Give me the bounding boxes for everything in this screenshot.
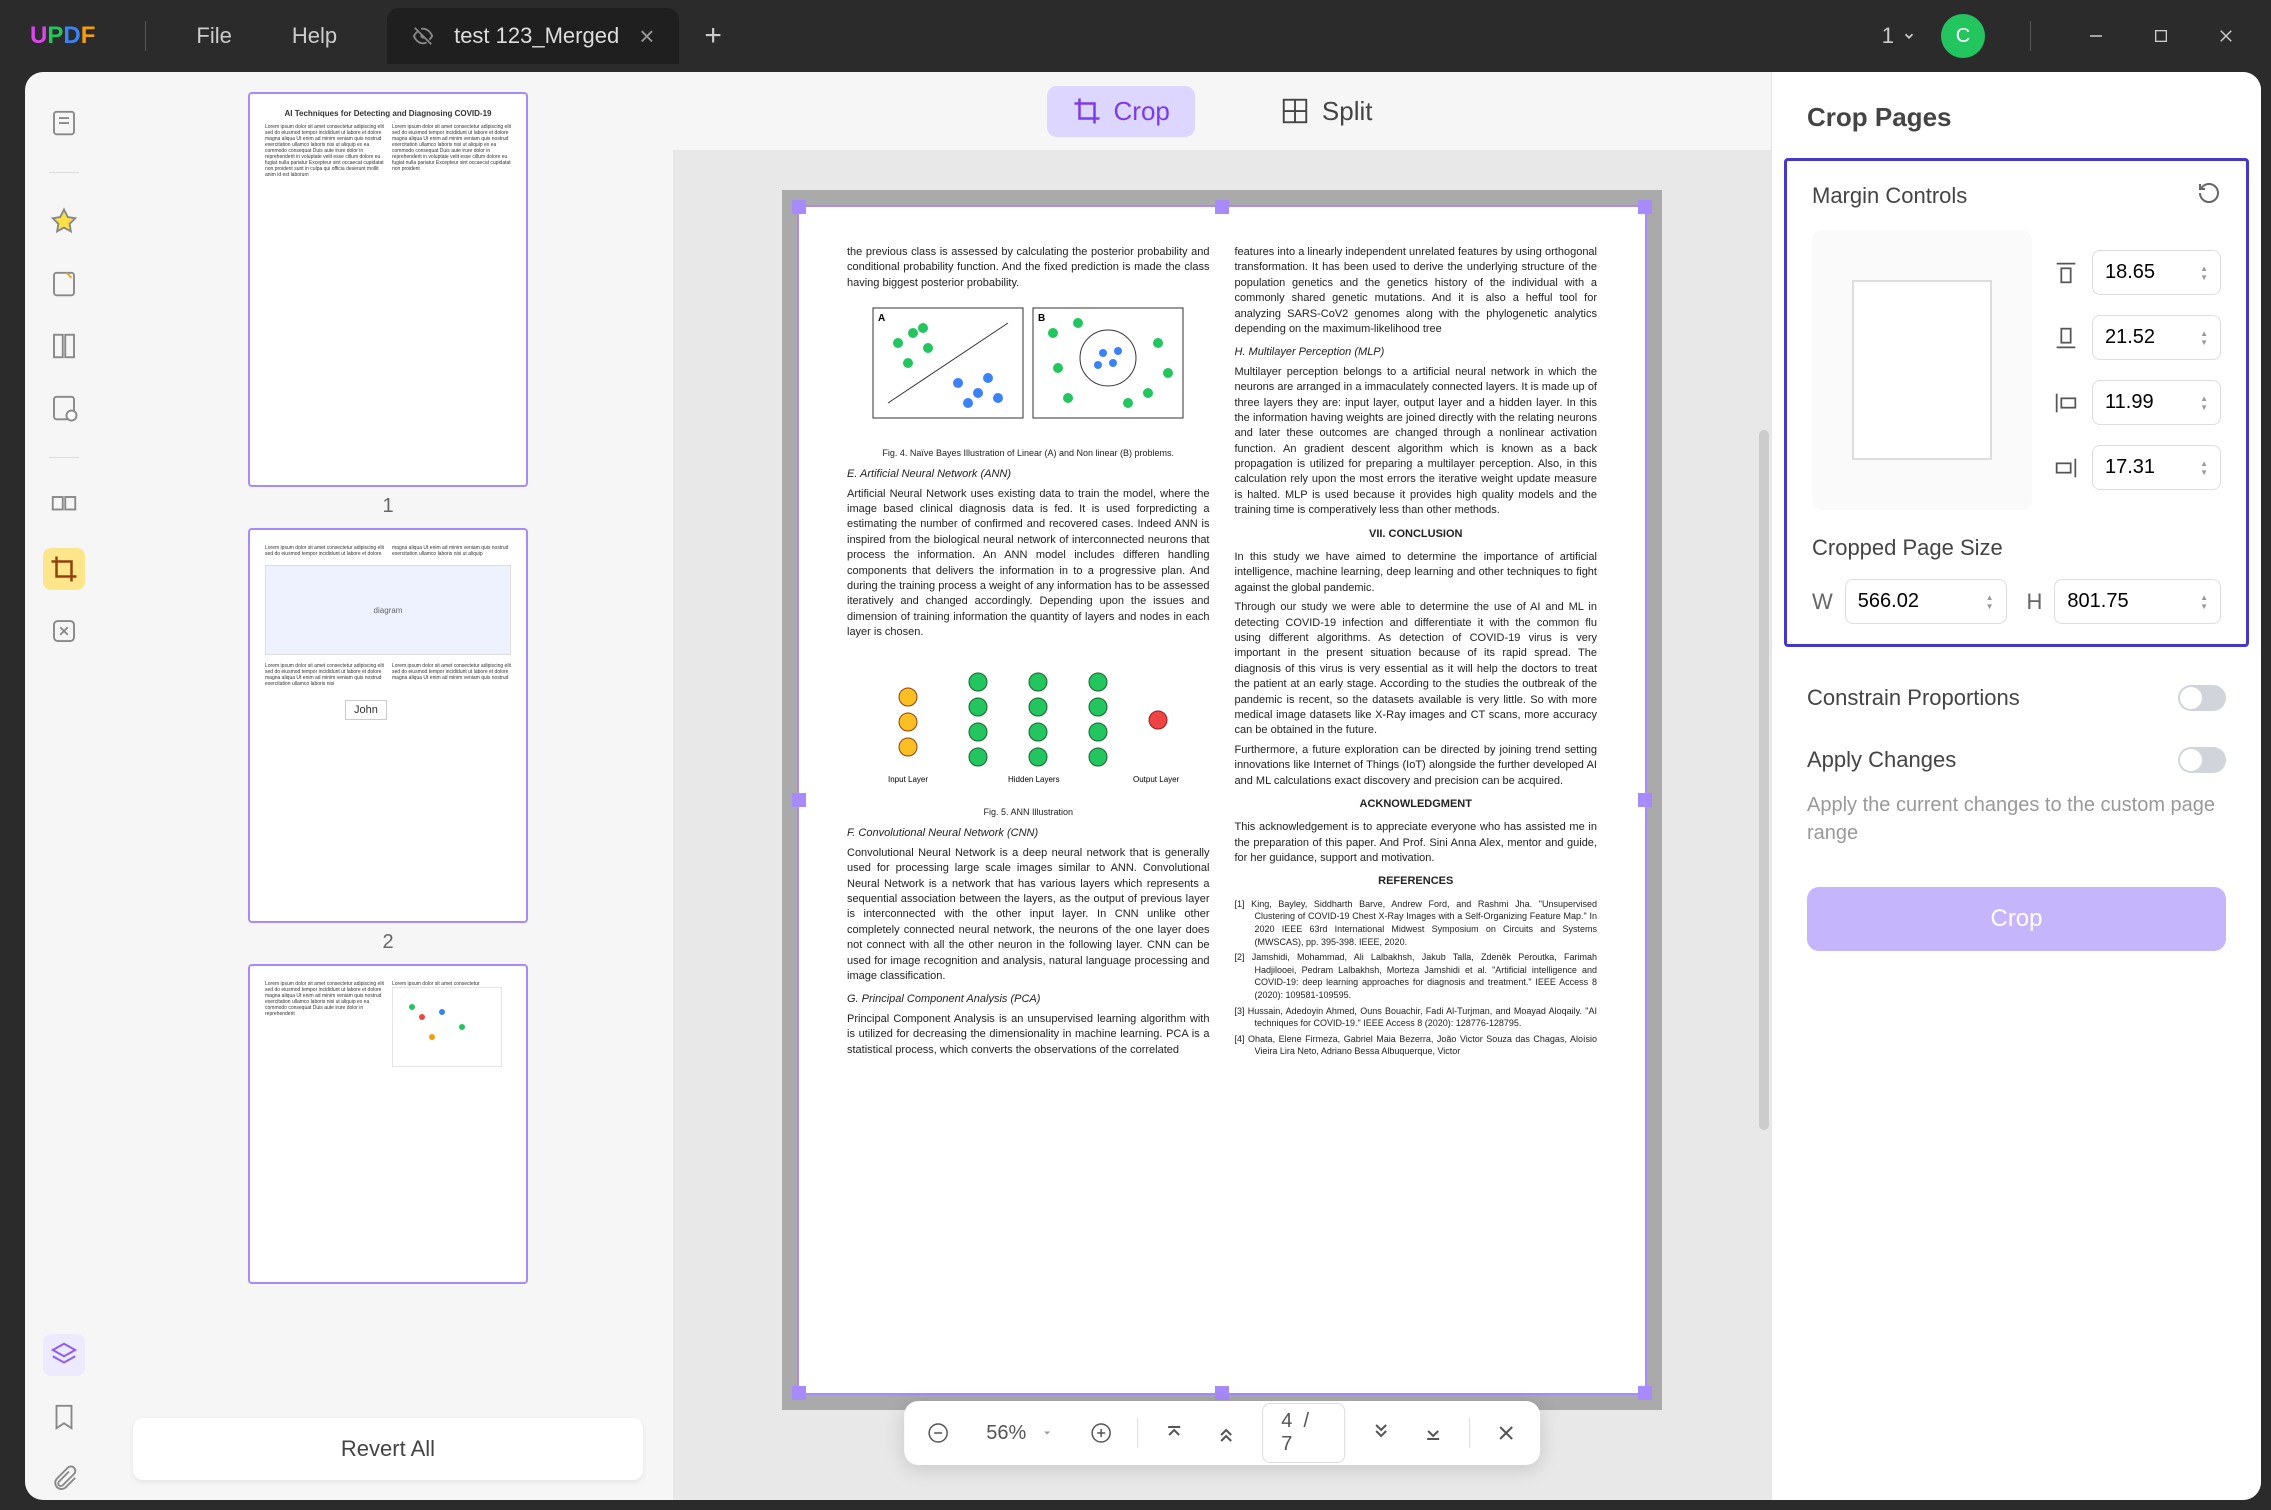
user-avatar[interactable]: C (1941, 14, 1985, 58)
eye-off-icon (412, 25, 434, 47)
close-button[interactable] (2206, 16, 2246, 56)
zoom-dropdown[interactable]: 56% (974, 1422, 1065, 1445)
page-canvas[interactable]: the previous class is assessed by calcul… (673, 150, 1771, 1500)
prev-page-button[interactable] (1210, 1415, 1242, 1451)
document-tab[interactable]: test 123_Merged × (387, 8, 679, 64)
margin-bottom-input[interactable]: 21.52▲▼ (2092, 315, 2221, 360)
crop-handle-br[interactable] (1638, 1386, 1652, 1400)
margin-right-input[interactable]: 17.31▲▼ (2092, 445, 2221, 490)
thumbnail-callout: John (345, 700, 387, 720)
app-logo: UPDF (0, 22, 125, 50)
crop-handle-tr[interactable] (1638, 200, 1652, 214)
crop-tool-icon[interactable] (43, 548, 85, 590)
edit-tool-icon[interactable] (43, 325, 85, 367)
width-input[interactable]: 566.02▲▼ (1845, 579, 2007, 624)
constrain-proportions-toggle[interactable] (2178, 685, 2226, 711)
crop-button[interactable]: Crop (1807, 887, 2226, 951)
vertical-scrollbar[interactable] (1759, 430, 1769, 1130)
crop-selection-box[interactable] (797, 205, 1647, 1395)
page-indicator[interactable]: 4 / 7 (1262, 1403, 1345, 1463)
apply-changes-label: Apply Changes (1807, 747, 1956, 773)
menu-help[interactable]: Help (262, 23, 367, 49)
thumbnail-page-1[interactable]: AI Techniques for Detecting and Diagnosi… (248, 92, 528, 487)
revert-all-button[interactable]: Revert All (133, 1418, 643, 1480)
comment-tool-icon[interactable] (43, 263, 85, 305)
close-toolbar-button[interactable] (1490, 1415, 1522, 1451)
crop-handle-t[interactable] (1215, 200, 1229, 214)
crop-handle-l[interactable] (792, 793, 806, 807)
margin-top-input[interactable]: 18.65▲▼ (2092, 250, 2221, 295)
crop-handle-r[interactable] (1638, 793, 1652, 807)
thumbnail-number: 2 (248, 931, 528, 954)
crop-icon (1072, 96, 1102, 126)
maximize-button[interactable] (2141, 16, 2181, 56)
height-label: H (2027, 589, 2043, 615)
margin-bottom-icon (2052, 324, 2080, 352)
layers-icon[interactable] (43, 1334, 85, 1376)
width-label: W (1812, 589, 1833, 615)
apply-changes-description: Apply the current changes to the custom … (1772, 791, 2261, 867)
first-page-button[interactable] (1158, 1415, 1190, 1451)
margin-top-icon (2052, 259, 2080, 287)
ocr-tool-icon[interactable] (43, 387, 85, 429)
compare-tool-icon[interactable] (43, 610, 85, 652)
reset-margins-button[interactable] (2197, 181, 2221, 210)
attachment-icon[interactable] (43, 1458, 85, 1500)
margin-left-input[interactable]: 11.99▲▼ (2092, 380, 2221, 425)
thumbnail-panel: AI Techniques for Detecting and Diagnosi… (103, 72, 673, 1500)
menu-file[interactable]: File (166, 23, 261, 49)
split-icon (1280, 96, 1310, 126)
crop-handle-tl[interactable] (792, 200, 806, 214)
view-toolbar: 56% 4 / 7 (904, 1401, 1540, 1465)
bookmark-icon[interactable] (43, 1396, 85, 1438)
crop-pages-panel: Crop Pages Margin Controls 18.65▲▼ 21.52… (1771, 72, 2261, 1500)
thumbnail-page-2[interactable]: Lorem ipsum dolor sit amet consectetur a… (248, 528, 528, 923)
crop-handle-b[interactable] (1215, 1386, 1229, 1400)
new-tab-button[interactable]: + (704, 19, 722, 53)
organize-tool-icon[interactable] (43, 486, 85, 528)
height-input[interactable]: 801.75▲▼ (2054, 579, 2221, 624)
split-mode-button[interactable]: Split (1255, 86, 1398, 137)
chevron-down-icon (1041, 1427, 1053, 1439)
crop-handle-bl[interactable] (792, 1386, 806, 1400)
constrain-proportions-label: Constrain Proportions (1807, 685, 2020, 711)
last-page-button[interactable] (1417, 1415, 1449, 1451)
margin-preview (1812, 230, 2032, 510)
next-page-button[interactable] (1365, 1415, 1397, 1451)
reader-tool-icon[interactable] (43, 102, 85, 144)
crop-mode-button[interactable]: Crop (1047, 86, 1195, 137)
highlight-tool-icon[interactable] (43, 201, 85, 243)
thumbnail-number: 1 (248, 495, 528, 518)
window-count[interactable]: 1 (1882, 23, 1916, 49)
panel-title: Crop Pages (1772, 102, 2261, 158)
zoom-in-button[interactable] (1085, 1415, 1117, 1451)
cropped-size-label: Cropped Page Size (1812, 535, 2221, 561)
left-toolbar (25, 72, 103, 1500)
margin-right-icon (2052, 454, 2080, 482)
zoom-out-button[interactable] (922, 1415, 954, 1451)
chevron-down-icon (1902, 29, 1916, 43)
thumbnail-page-3[interactable]: Lorem ipsum dolor sit amet consectetur a… (248, 964, 528, 1284)
minimize-button[interactable] (2076, 16, 2116, 56)
tab-title: test 123_Merged (454, 23, 619, 49)
margin-controls-label: Margin Controls (1812, 183, 1967, 209)
apply-changes-toggle[interactable] (2178, 747, 2226, 773)
mode-toolbar: Crop Split (673, 72, 1771, 150)
tab-close-button[interactable]: × (639, 21, 654, 52)
margin-left-icon (2052, 389, 2080, 417)
